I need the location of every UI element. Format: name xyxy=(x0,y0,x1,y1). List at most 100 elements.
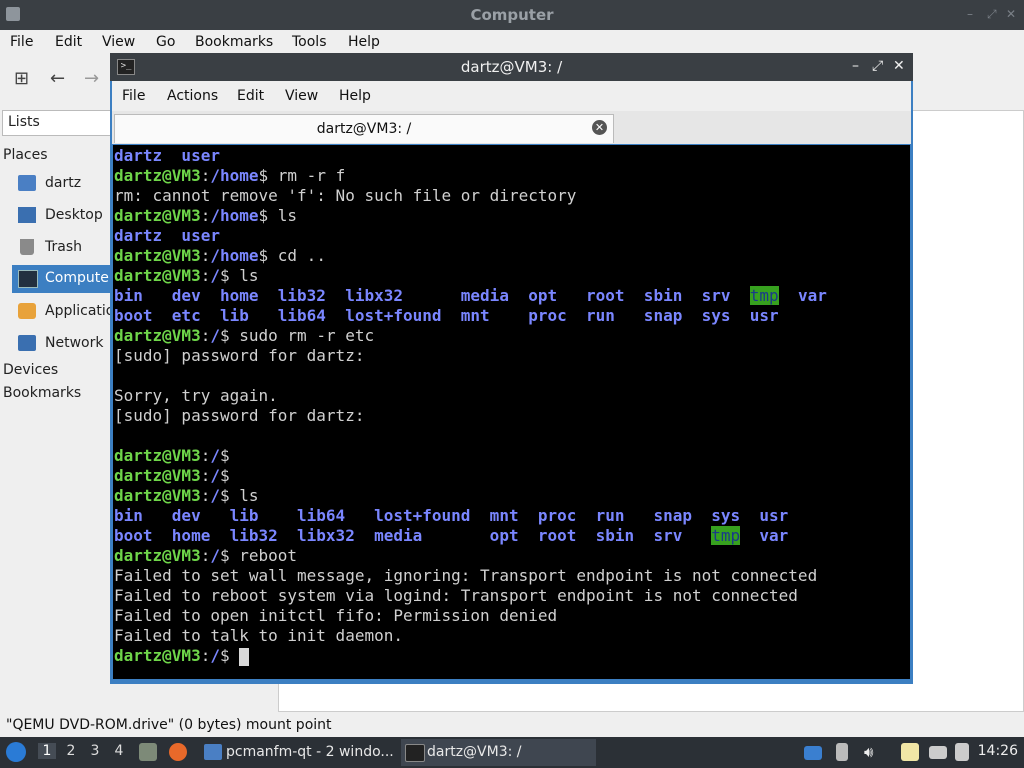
network-status-icon[interactable] xyxy=(929,746,947,759)
task-terminal[interactable]: dartz@VM3: / xyxy=(401,739,596,766)
terminal-text: $ xyxy=(219,466,230,485)
task-pcmanfm[interactable]: pcmanfm-qt - 2 windo... xyxy=(200,739,395,766)
maximize-icon[interactable]: ⤢ xyxy=(872,58,883,74)
places-heading[interactable]: Places xyxy=(3,147,48,163)
terminal-text: : xyxy=(200,266,211,285)
terminal-line: Sorry, try again. xyxy=(114,386,278,406)
menu-go[interactable]: Go xyxy=(156,34,175,50)
side-pane-mode-selector[interactable]: Lists xyxy=(2,110,111,136)
task-label: dartz@VM3: / xyxy=(427,744,522,760)
terminal-line: dartz@VM3:/home$ cd .. xyxy=(114,246,326,266)
menu-edit[interactable]: Edit xyxy=(55,34,82,50)
terminal-text: boot etc lib lib64 lost+found mnt proc r… xyxy=(114,306,779,325)
terminal-tab-label: dartz@VM3: / xyxy=(316,121,412,137)
show-desktop-icon[interactable] xyxy=(139,743,157,761)
terminal-text: Failed to talk to init daemon. xyxy=(114,626,403,645)
term-menu-view[interactable]: View xyxy=(285,88,318,104)
place-trash[interactable]: Trash xyxy=(12,234,110,262)
workspace-2[interactable]: 2 xyxy=(62,743,80,759)
terminal-title: dartz@VM3: / xyxy=(460,58,563,76)
workspace-1[interactable]: 1 xyxy=(38,743,56,759)
workspace-3[interactable]: 3 xyxy=(86,743,104,759)
terminal-text: [sudo] password for dartz: xyxy=(114,406,365,425)
maximize-icon[interactable]: ⤢ xyxy=(987,7,997,22)
place-desktop[interactable]: Desktop xyxy=(12,202,110,230)
terminal-text: tmp xyxy=(749,286,779,305)
terminal-text: dartz@VM3 xyxy=(114,646,201,665)
terminal-line: boot home lib32 libx32 media opt root sb… xyxy=(114,526,788,546)
terminal-text: : xyxy=(200,246,211,265)
terminal-text: : xyxy=(200,466,211,485)
terminal-text: / xyxy=(210,546,220,565)
terminal-line: [sudo] password for dartz: xyxy=(114,406,364,426)
back-arrow-icon[interactable]: ← xyxy=(50,68,65,89)
file-manager-titlebar[interactable]: Computer – ⤢ ✕ xyxy=(0,0,1024,30)
text-cursor xyxy=(239,647,250,666)
terminal-line: rm: cannot remove 'f': No such file or d… xyxy=(114,186,576,206)
place-label: Desktop xyxy=(45,207,103,223)
status-bar-text: "QEMU DVD-ROM.drive" (0 bytes) mount poi… xyxy=(6,717,332,733)
terminal-text: dartz@VM3 xyxy=(114,266,201,285)
terminal-text: dartz user xyxy=(114,226,220,245)
terminal-text: $ ls xyxy=(219,486,259,505)
workspace-4[interactable]: 4 xyxy=(110,743,128,759)
devices-heading[interactable]: Devices xyxy=(3,362,58,378)
term-menu-edit[interactable]: Edit xyxy=(237,88,264,104)
place-computer[interactable]: Computer xyxy=(12,265,115,293)
minimize-icon[interactable]: – xyxy=(967,7,973,21)
terminal-line: boot etc lib lib64 lost+found mnt proc r… xyxy=(114,306,779,326)
start-menu-icon[interactable] xyxy=(6,742,26,762)
menu-view[interactable]: View xyxy=(102,34,135,50)
terminal-text: bin dev lib lib64 lost+found mnt proc ru… xyxy=(114,506,789,525)
terminal-text: $ xyxy=(219,646,240,665)
clock[interactable]: 14:26 xyxy=(978,743,1018,759)
volume-icon[interactable]: 🔊︎ xyxy=(864,743,882,761)
notification-icon[interactable] xyxy=(955,743,969,761)
close-icon[interactable]: ✕ xyxy=(1006,7,1016,21)
applications-icon xyxy=(18,303,36,319)
new-tab-icon[interactable]: ⊞ xyxy=(14,68,29,89)
terminal-text: rm: cannot remove 'f': No such file or d… xyxy=(114,186,577,205)
terminal-titlebar[interactable]: >_ dartz@VM3: / – ⤢ ✕ xyxy=(110,53,913,81)
folder-icon xyxy=(204,744,222,760)
network-icon xyxy=(18,335,36,351)
terminal-text: : xyxy=(200,446,211,465)
minimize-icon[interactable]: – xyxy=(852,58,859,74)
menu-file[interactable]: File xyxy=(10,34,33,50)
terminal-menubar: File Actions Edit View Help xyxy=(112,81,911,111)
terminal-line: dartz@VM3:/$ reboot xyxy=(114,546,297,566)
close-icon[interactable]: ✕ xyxy=(893,58,905,74)
menu-bookmarks[interactable]: Bookmarks xyxy=(195,34,273,50)
menu-tools[interactable]: Tools xyxy=(292,34,327,50)
terminal-line: dartz user xyxy=(114,146,220,166)
terminal-line: dartz@VM3:/home$ rm -r f xyxy=(114,166,345,186)
terminal-text: dartz@VM3 xyxy=(114,246,201,265)
terminal-text: : xyxy=(200,206,211,225)
clipboard-icon[interactable] xyxy=(901,743,919,761)
place-applications[interactable]: Applications xyxy=(12,298,131,326)
terminal-text: / xyxy=(210,266,220,285)
terminal-text: $ sudo rm -r etc xyxy=(219,326,375,345)
screen-icon[interactable] xyxy=(804,746,822,760)
usb-drive-icon[interactable] xyxy=(836,743,848,761)
forward-arrow-icon[interactable]: → xyxy=(84,68,99,89)
terminal-text: : xyxy=(200,546,211,565)
menu-help[interactable]: Help xyxy=(348,34,380,50)
terminal-output[interactable]: dartz user dartz@VM3:/home$ rm -r f rm: ca… xyxy=(113,145,910,679)
terminal-text: Failed to reboot system via logind: Tran… xyxy=(114,586,798,605)
close-tab-icon[interactable]: ✕ xyxy=(592,120,607,135)
term-menu-actions[interactable]: Actions xyxy=(167,88,218,104)
desktop-icon xyxy=(18,207,36,223)
terminal-text: Sorry, try again. xyxy=(114,386,278,405)
terminal-tab[interactable]: dartz@VM3: / ✕ xyxy=(114,114,614,143)
term-menu-file[interactable]: File xyxy=(122,88,145,104)
terminal-text: / xyxy=(210,646,220,665)
terminal-window: >_ dartz@VM3: / – ⤢ ✕ File Actions Edit … xyxy=(110,53,913,684)
home-folder-icon xyxy=(18,175,36,191)
place-network[interactable]: Network xyxy=(12,330,110,358)
place-dartz[interactable]: dartz xyxy=(12,170,110,198)
term-menu-help[interactable]: Help xyxy=(339,88,371,104)
firefox-icon[interactable] xyxy=(169,743,187,761)
bookmarks-heading[interactable]: Bookmarks xyxy=(3,385,81,401)
